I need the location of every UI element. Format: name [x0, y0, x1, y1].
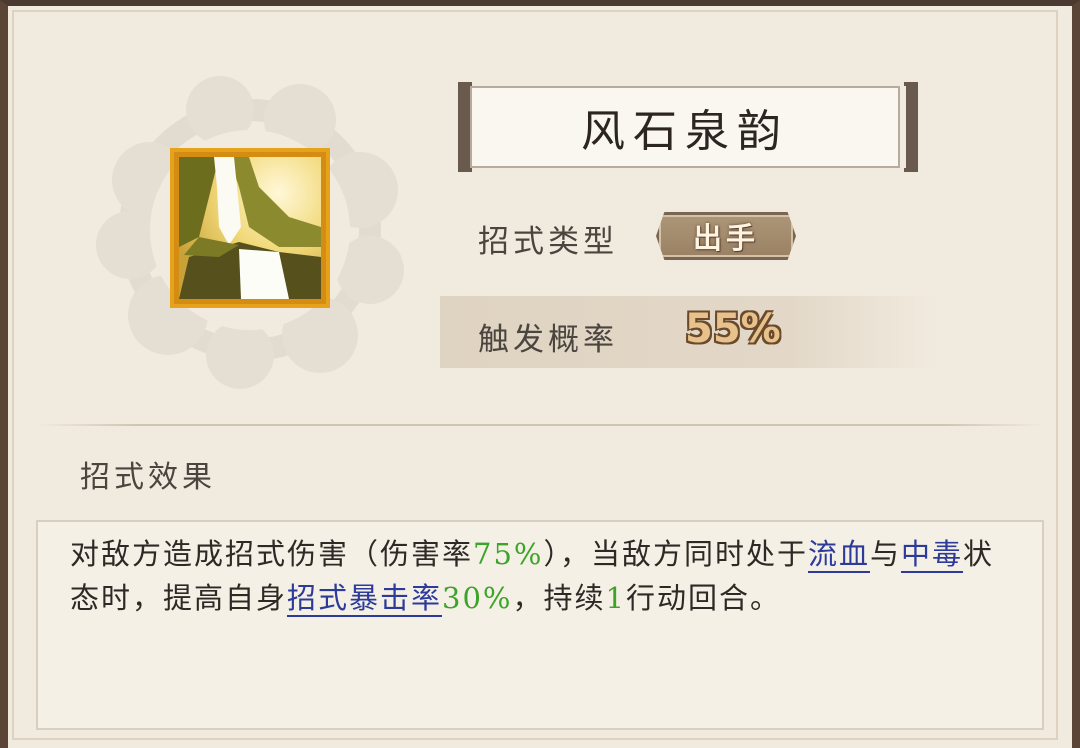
- type-badge: 出手: [656, 212, 796, 260]
- skill-name: 风石泉韵: [581, 106, 789, 157]
- skill-title-banner: 风石泉韵: [470, 86, 900, 168]
- type-label: 招式类型: [478, 224, 618, 260]
- effect-text: 对敌方造成招式伤害（伤害率: [70, 537, 474, 571]
- keyword-link-poison[interactable]: 中毒: [901, 537, 964, 573]
- effect-value: 30%: [442, 581, 513, 615]
- keyword-link-bleed[interactable]: 流血: [808, 537, 871, 573]
- keyword-link-crit-rate[interactable]: 招式暴击率: [287, 581, 443, 617]
- rate-value: 55%: [685, 306, 781, 352]
- skill-icon[interactable]: [170, 148, 330, 308]
- effect-text: 行动回合。: [625, 581, 781, 615]
- title-bracket-right: [904, 82, 918, 172]
- effect-label: 招式效果: [80, 460, 216, 495]
- effect-text: ），当敌方同时处于: [543, 537, 808, 571]
- rate-label: 触发概率: [478, 322, 618, 358]
- effect-text: 与: [870, 537, 902, 571]
- effect-text: ，持续: [512, 581, 606, 615]
- title-bracket-left: [458, 82, 472, 172]
- effect-description: 对敌方造成招式伤害（伤害率75%），当敌方同时处于流血与中毒状态时，提高自身招式…: [70, 532, 1010, 620]
- effect-value: 1: [605, 581, 626, 615]
- waterfall-icon: [179, 157, 321, 299]
- section-divider: [36, 424, 1044, 426]
- effect-value: 75%: [473, 537, 544, 571]
